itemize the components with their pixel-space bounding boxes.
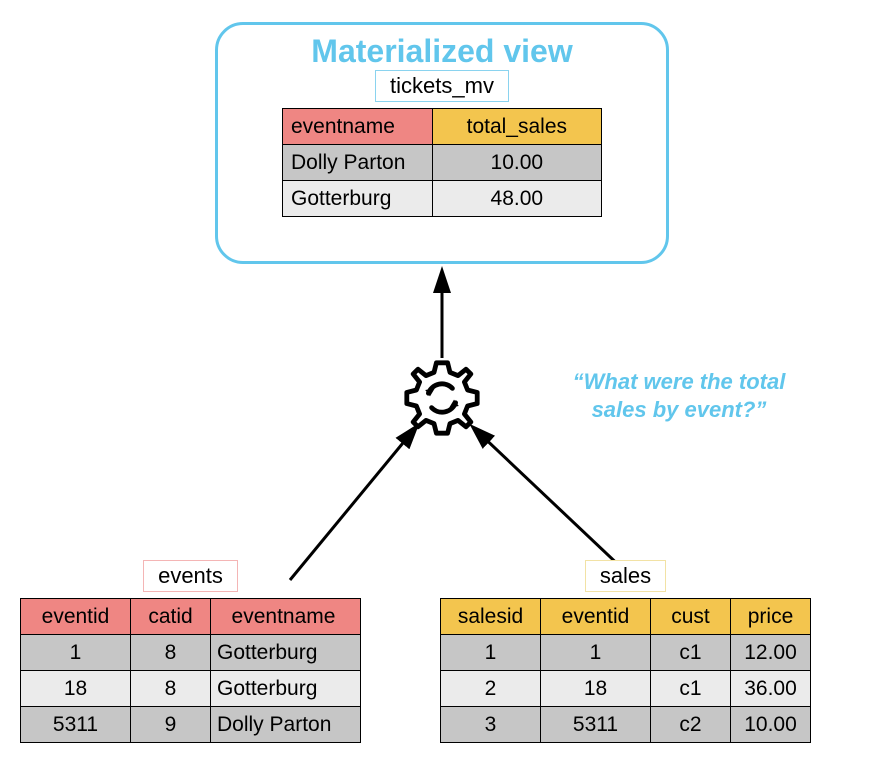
cell-eventname: Dolly Parton <box>283 145 433 181</box>
mv-title: Materialized view <box>218 33 666 70</box>
cell: 1 <box>21 635 131 671</box>
mv-table-label: tickets_mv <box>375 70 509 102</box>
table-header-row: salesid eventid cust price <box>441 599 811 635</box>
table-row: 5311 9 Dolly Parton <box>21 707 361 743</box>
cell-total-sales: 10.00 <box>432 145 601 181</box>
sales-block: sales salesid eventid cust price 1 1 c1 … <box>440 560 811 743</box>
col-salesid: salesid <box>441 599 541 635</box>
events-block: events eventid catid eventname 1 8 Gotte… <box>20 560 361 743</box>
col-total-sales: total_sales <box>432 109 601 145</box>
col-eventid: eventid <box>541 599 651 635</box>
table-header-row: eventname total_sales <box>283 109 602 145</box>
cell: 2 <box>441 671 541 707</box>
cell: c1 <box>651 635 731 671</box>
events-table: eventid catid eventname 1 8 Gotterburg 1… <box>20 598 361 743</box>
table-row: 18 8 Gotterburg <box>21 671 361 707</box>
mv-table: eventname total_sales Dolly Parton 10.00… <box>282 108 602 217</box>
sales-table: salesid eventid cust price 1 1 c1 12.00 … <box>440 598 811 743</box>
table-row: 1 8 Gotterburg <box>21 635 361 671</box>
table-row: 3 5311 c2 10.00 <box>441 707 811 743</box>
table-row: Gotterburg 48.00 <box>283 181 602 217</box>
cell: 36.00 <box>731 671 811 707</box>
cell: 5311 <box>21 707 131 743</box>
table-row: 2 18 c1 36.00 <box>441 671 811 707</box>
col-eventname: eventname <box>283 109 433 145</box>
col-catid: catid <box>131 599 211 635</box>
cell: 8 <box>131 635 211 671</box>
cell: c2 <box>651 707 731 743</box>
cell: 1 <box>541 635 651 671</box>
col-price: price <box>731 599 811 635</box>
cell: 1 <box>441 635 541 671</box>
arrow-up-icon <box>432 270 452 360</box>
cell: Dolly Parton <box>211 707 361 743</box>
cell: 5311 <box>541 707 651 743</box>
col-cust: cust <box>651 599 731 635</box>
cell: 3 <box>441 707 541 743</box>
col-eventname: eventname <box>211 599 361 635</box>
cell: 18 <box>541 671 651 707</box>
cell: 9 <box>131 707 211 743</box>
cell: c1 <box>651 671 731 707</box>
col-eventid: eventid <box>21 599 131 635</box>
table-row: Dolly Parton 10.00 <box>283 145 602 181</box>
cell: 10.00 <box>731 707 811 743</box>
materialized-view-box: Materialized view tickets_mv eventname t… <box>215 22 669 264</box>
cell-eventname: Gotterburg <box>283 181 433 217</box>
events-table-label: events <box>143 560 238 592</box>
table-row: 1 1 c1 12.00 <box>441 635 811 671</box>
query-caption: “What were the total sales by event?” <box>544 368 814 423</box>
cell: 12.00 <box>731 635 811 671</box>
cell: 8 <box>131 671 211 707</box>
cell: Gotterburg <box>211 635 361 671</box>
cell: Gotterburg <box>211 671 361 707</box>
sales-table-label: sales <box>585 560 666 592</box>
table-header-row: eventid catid eventname <box>21 599 361 635</box>
cell-total-sales: 48.00 <box>432 181 601 217</box>
cell: 18 <box>21 671 131 707</box>
